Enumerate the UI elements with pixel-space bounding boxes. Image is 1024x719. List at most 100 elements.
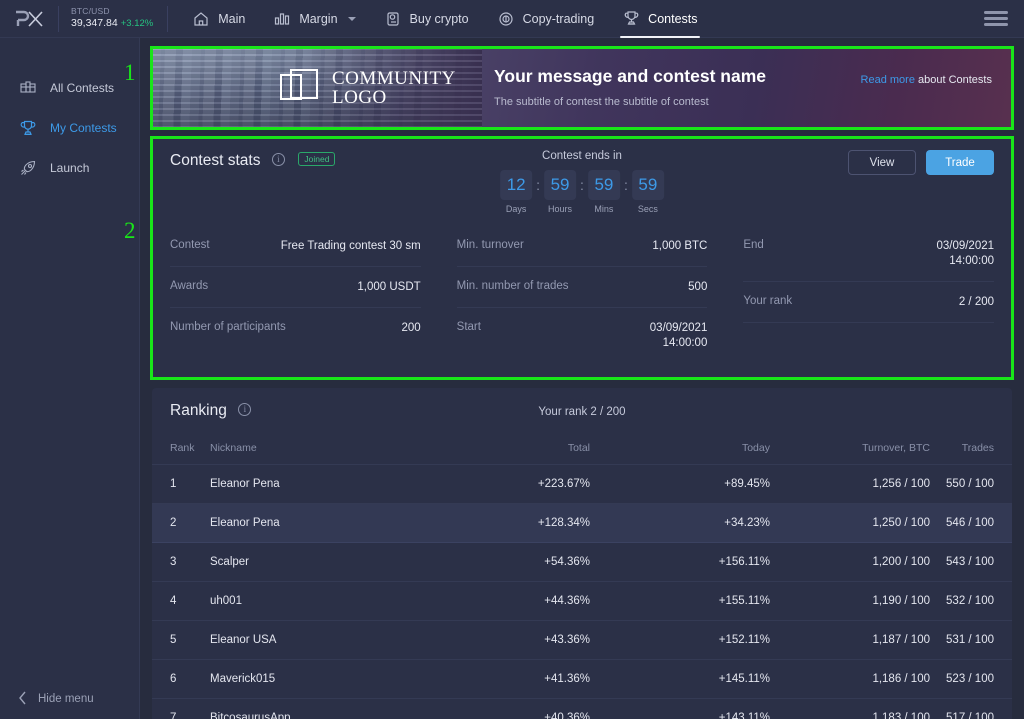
cell-turnover: 1,256 / 100 — [770, 464, 930, 504]
table-row[interactable]: 3 Scalper +54.36% +156.11% 1,200 / 100 543 / … — [152, 542, 1012, 582]
table-row[interactable]: 6 Maverick015 +41.36% +145.11% 1,186 / 100 52… — [152, 659, 1012, 699]
countdown-hours-value: 59 — [544, 170, 577, 200]
contest-stats-grid: Contest Free Trading contest 30 sm Award… — [170, 226, 995, 363]
stats-column-3: End 03/09/2021 14:00:00 Your rank 2 / 20… — [725, 226, 995, 363]
cell-rank: 7 — [152, 698, 210, 719]
sidebar-item-launch[interactable]: Launch — [0, 148, 139, 188]
sidebar-item-all-contests[interactable]: All Contests — [0, 68, 139, 108]
nav-item-margin[interactable]: Margin — [259, 0, 369, 38]
nav-item-label: Contests — [648, 11, 698, 26]
chevron-down-icon[interactable] — [347, 16, 356, 21]
nav-item-buy-crypto[interactable]: Buy crypto — [370, 0, 483, 38]
cell-trades: 546 / 100 — [930, 503, 1012, 543]
contest-stats-card: Contest stats i Joined Contest ends in 1… — [152, 138, 1012, 378]
table-row[interactable]: 5 Eleanor USA +43.36% +152.11% 1,187 / 100 53… — [152, 620, 1012, 660]
home-icon — [192, 10, 210, 28]
stat-key: Your rank — [743, 295, 793, 307]
nav-item-main[interactable]: Main — [178, 0, 259, 38]
stat-row: Start 03/09/2021 14:00:00 — [457, 308, 708, 363]
stat-value: 2 / 200 — [958, 296, 995, 308]
contests-grid-icon — [18, 78, 38, 98]
column-header-nickname[interactable]: Nickname — [210, 434, 410, 465]
cell-today: +143.11% — [590, 698, 770, 719]
hamburger-line — [984, 23, 1008, 26]
countdown-mins-label: Mins — [594, 204, 614, 214]
price-ticker[interactable]: BTC/USD 39,347.84 +3.12% — [59, 6, 167, 30]
annotation-number-1: 1 — [124, 60, 136, 85]
cell-turnover: 1,186 / 100 — [770, 659, 930, 699]
stat-row: End 03/09/2021 14:00:00 — [743, 226, 995, 282]
stat-row: Min. turnover 1,000 BTC — [456, 226, 708, 267]
trade-button[interactable]: Trade — [926, 150, 994, 175]
cell-turnover: 1,190 / 100 — [770, 581, 930, 621]
view-button[interactable]: View — [848, 150, 916, 175]
nav-item-contests[interactable]: Contests — [608, 0, 711, 38]
annotation-number-2: 2 — [124, 218, 136, 243]
column-header-rank[interactable]: Rank — [152, 434, 210, 465]
countdown-timer: 12 Days : 59 Hours : 59 Mins : 59 Secs — [500, 170, 664, 214]
nav-item-label: Margin — [299, 11, 338, 26]
table-row[interactable]: 7 BitcosaurusApp +40.36% +143.11% 1,183 / 10… — [152, 698, 1012, 719]
stats-column-1: Contest Free Trading contest 30 sm Award… — [170, 226, 439, 363]
stat-key: Min. number of trades — [456, 280, 569, 292]
hamburger-icon[interactable] — [984, 11, 1008, 26]
stat-value: 03/09/2021 14:00:00 — [936, 240, 995, 267]
trophy-icon — [18, 118, 38, 138]
px-logo-icon[interactable] — [0, 0, 58, 38]
info-icon[interactable]: i — [238, 403, 252, 416]
column-header-today[interactable]: Today — [590, 434, 770, 465]
top-navigation-bar: BTC/USD 39,347.84 +3.12% Main Margin Buy… — [0, 0, 1024, 38]
countdown-days-label: Days — [505, 204, 527, 214]
rocket-icon — [18, 158, 38, 178]
info-icon[interactable]: i — [271, 153, 285, 166]
banner-title: Your message and contest name — [494, 66, 766, 86]
sidebar-item-label: All Contests — [50, 81, 115, 95]
cell-nickname: Eleanor USA — [210, 620, 410, 660]
cell-trades: 531 / 100 — [930, 620, 1012, 660]
cell-today: +145.11% — [590, 659, 770, 699]
table-header-row: Rank Nickname Total Today Turnover, BTC … — [152, 434, 1012, 465]
hamburger-line — [984, 11, 1008, 14]
countdown-secs-label: Secs — [637, 204, 658, 214]
table-row[interactable]: 2 Eleanor Pena +128.34% +34.23% 1,250 / 100 5… — [152, 503, 1012, 543]
read-more-link[interactable]: Read more — [861, 74, 915, 86]
column-header-trades[interactable]: Trades — [930, 434, 1012, 465]
column-header-total[interactable]: Total — [410, 434, 590, 465]
contest-countdown: Contest ends in 12 Days : 59 Hours : 59 … — [500, 150, 664, 214]
ticker-pair: BTC/USD — [71, 6, 110, 17]
community-logo-line2: LOGO — [332, 87, 387, 108]
copy-trading-icon — [497, 10, 515, 28]
ranking-table-body: 1 Eleanor Pena +223.67% +89.45% 1,256 / 100 5… — [152, 464, 1012, 719]
contest-stats-header: Contest stats i Joined Contest ends in 1… — [152, 138, 1012, 214]
column-header-turnover[interactable]: Turnover, BTC — [770, 434, 930, 465]
cell-rank: 6 — [152, 659, 210, 699]
banner-read-more: Read more about Contests — [842, 72, 992, 88]
stat-value: 1,000 BTC — [652, 240, 708, 252]
sidebar-item-my-contests[interactable]: My Contests — [0, 108, 139, 148]
trophy-icon — [622, 10, 640, 28]
stat-value: Free Trading contest 30 sm — [280, 240, 421, 252]
nav-item-copy-trading[interactable]: Copy-trading — [483, 0, 609, 38]
cell-nickname: Maverick015 — [210, 659, 410, 699]
top-nav-items: Main Margin Buy crypto Copy-trading Cont… — [178, 0, 711, 38]
cell-turnover: 1,250 / 100 — [770, 503, 930, 543]
hide-menu-button[interactable]: Hide menu — [0, 679, 140, 719]
contest-banner[interactable]: COMMUNITY LOGO Your message and contest … — [152, 48, 1012, 128]
cell-turnover: 1,183 / 100 — [770, 698, 930, 719]
stat-key: Contest — [170, 239, 210, 251]
community-logo: COMMUNITY LOGO — [280, 68, 456, 108]
banner-text: Your message and contest name The subtit… — [494, 66, 766, 108]
stat-row: Contest Free Trading contest 30 sm — [170, 226, 421, 267]
table-row[interactable]: 4 uh001 +44.36% +155.11% 1,190 / 100 532 / 10… — [152, 581, 1012, 621]
cell-total: +54.36% — [410, 542, 590, 582]
stat-row: Your rank 2 / 200 — [743, 282, 995, 323]
countdown-mins-value: 59 — [587, 170, 620, 200]
stat-value: 03/09/2021 14:00:00 — [649, 322, 708, 349]
cell-trades: 517 / 100 — [930, 698, 1012, 719]
stat-key: Start — [456, 321, 481, 333]
stat-row: Number of participants 200 — [170, 308, 421, 348]
countdown-days: 12 Days — [500, 170, 533, 214]
community-logo-icon — [280, 68, 320, 108]
table-row[interactable]: 1 Eleanor Pena +223.67% +89.45% 1,256 / 100 5… — [152, 464, 1012, 504]
read-more-rest: about Contests — [914, 74, 992, 86]
